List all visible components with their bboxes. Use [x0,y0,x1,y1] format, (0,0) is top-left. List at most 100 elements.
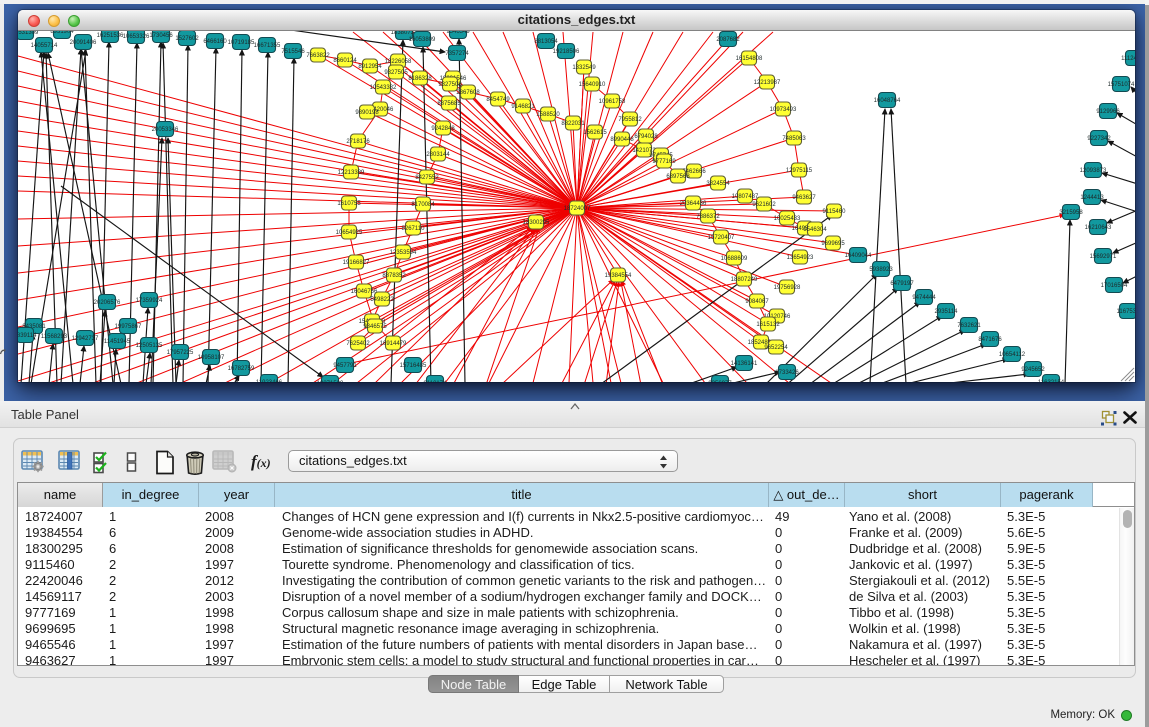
svg-text:14055714: 14055714 [31,43,58,49]
svg-text:19166827: 19166827 [343,260,370,266]
svg-text:1733426: 1733426 [775,370,799,376]
svg-text:9356977: 9356977 [708,381,732,382]
svg-text:12942737: 12942737 [72,336,99,342]
svg-text:11923466: 11923466 [256,380,283,382]
svg-text:19218506: 19218506 [553,49,580,55]
svg-text:9546349: 9546349 [446,31,470,35]
svg-text:3215958: 3215958 [1059,210,1083,216]
svg-text:7663822: 7663822 [306,53,330,59]
svg-text:1615132: 1615132 [756,322,780,328]
svg-text:8875685: 8875685 [437,101,461,107]
svg-text:10025433: 10025433 [774,216,801,222]
svg-text:7955812: 7955812 [618,117,642,123]
svg-text:7515546: 7515546 [281,49,305,55]
svg-text:14136141: 14136141 [731,361,758,367]
svg-text:10719185: 10719185 [228,40,255,46]
svg-text:1588520: 1588520 [536,112,560,118]
svg-text:10371529: 10371529 [317,381,344,382]
svg-text:2087682: 2087682 [716,37,740,43]
svg-text:9084067: 9084067 [745,299,769,305]
svg-text:1562615: 1562615 [583,130,607,136]
svg-text:8878352: 8878352 [382,273,406,279]
svg-text:16046756: 16046756 [351,289,378,295]
svg-text:1244413: 1244413 [1080,195,1104,201]
svg-text:20206576: 20206576 [94,300,121,306]
svg-text:18807249: 18807249 [731,277,758,283]
svg-text:10653326: 10653326 [123,34,150,40]
svg-text:16671355: 16671355 [254,43,281,49]
svg-text:8990448: 8990448 [610,137,634,143]
svg-text:10654112: 10654112 [999,352,1026,358]
svg-text:1332549: 1332549 [572,65,596,71]
svg-text:5498222: 5498222 [370,297,394,303]
svg-text:17957225: 17957225 [167,350,194,356]
svg-text:6897568: 6897568 [666,174,690,180]
svg-text:7632621: 7632621 [957,323,981,329]
svg-text:19975867: 19975867 [115,324,142,330]
svg-text:2867608: 2867608 [456,90,480,96]
svg-text:9346575: 9346575 [363,324,387,330]
svg-text:1730456: 1730456 [149,33,173,39]
svg-text:18300295: 18300295 [523,220,550,226]
svg-text:9546304: 9546304 [803,227,827,233]
svg-text:6466160: 6466160 [203,39,227,45]
svg-text:16154808: 16154808 [736,56,763,62]
svg-text:7625402: 7625402 [346,341,370,347]
svg-text:11124573: 11124573 [1121,56,1135,62]
svg-text:13654923: 13654923 [787,255,814,261]
svg-text:6479197: 6479197 [890,281,914,287]
svg-text:9890198: 9890198 [355,110,379,116]
svg-text:9245652: 9245652 [1021,367,1045,373]
svg-text:2718176: 2718176 [346,139,370,145]
svg-text:12213987: 12213987 [754,80,781,86]
svg-text:1610755: 1610755 [337,201,361,207]
svg-text:12353594: 12353594 [390,250,417,256]
svg-text:8427552: 8427552 [415,175,439,181]
svg-text:15692971: 15692971 [1090,254,1117,260]
svg-text:16048764: 16048764 [874,98,901,104]
svg-text:16251536: 16251536 [97,33,124,39]
svg-text:15720407: 15720407 [708,235,735,241]
svg-text:2935114: 2935114 [935,309,959,315]
svg-text:10961758: 10961758 [599,99,626,105]
svg-text:12093873: 12093873 [1080,168,1107,174]
svg-text:9242848: 9242848 [431,126,455,132]
svg-text:7886372: 7886372 [696,214,720,220]
svg-text:2803144: 2803144 [426,152,450,158]
svg-text:9463627: 9463627 [792,195,816,201]
svg-text:6794028: 6794028 [634,134,658,140]
svg-text:20091406: 20091406 [70,40,97,46]
svg-text:15716485: 15716485 [400,363,427,369]
svg-text:9777169: 9777169 [652,159,676,165]
svg-text:16053809: 16053809 [409,37,436,43]
svg-text:8267110: 8267110 [402,226,426,232]
svg-text:20053346: 20053346 [152,127,179,133]
svg-text:1167533: 1167533 [1117,309,1135,315]
svg-text:16409044: 16409044 [845,253,872,259]
svg-text:9327505: 9327505 [384,70,408,76]
svg-text:8822031: 8822031 [561,121,585,127]
svg-text:11451945: 11451945 [104,339,131,345]
svg-text:8454749: 8454749 [486,97,510,103]
svg-text:9227342: 9227342 [1087,136,1111,142]
svg-text:16210643: 16210643 [1085,225,1112,231]
svg-text:10807487: 10807487 [732,194,759,200]
svg-text:8660124: 8660124 [333,58,357,64]
svg-text:9110174: 9110174 [424,381,448,382]
svg-text:1839114: 1839114 [18,333,37,339]
svg-text:17016504: 17016504 [1101,283,1128,289]
svg-text:20531309: 20531309 [18,31,39,36]
svg-text:17359924: 17359924 [136,298,163,304]
svg-text:9621602: 9621602 [752,202,776,208]
svg-text:8931904: 8931904 [50,31,74,35]
svg-text:11568293: 11568293 [41,334,68,340]
svg-text:20364436: 20364436 [680,201,707,207]
svg-text:10973493: 10973493 [770,107,797,113]
svg-text:12213389: 12213389 [338,170,365,176]
svg-text:11632154: 11632154 [1038,380,1065,382]
svg-text:10543382: 10543382 [370,85,397,91]
svg-text:9115460: 9115460 [823,209,847,215]
svg-text:1527602: 1527602 [175,36,199,42]
svg-text:16914479: 16914479 [380,341,407,347]
svg-text:9699695: 9699695 [821,241,845,247]
